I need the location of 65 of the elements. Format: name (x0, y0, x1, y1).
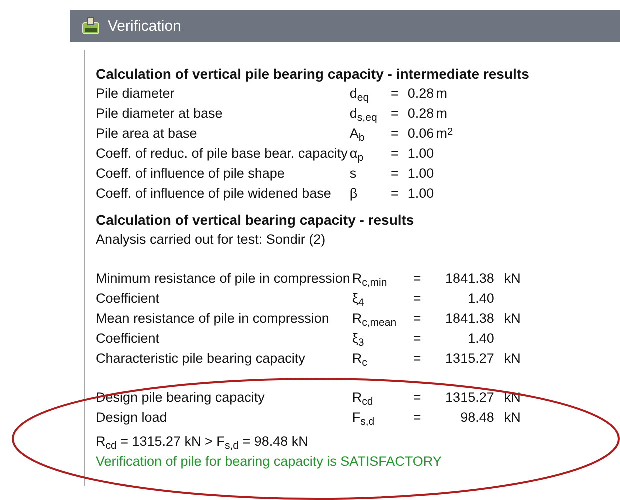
value: 1.40 (467, 330, 494, 348)
row-label: Design load (96, 409, 168, 427)
value: 1.00 (406, 185, 434, 203)
unit: m (436, 105, 448, 123)
value: 1841.38 (444, 310, 494, 328)
row-label: Coefficient (96, 290, 161, 308)
unit: kN (503, 409, 522, 427)
symbol: d$_{s,eq}$ (350, 105, 378, 124)
equals-sign: = (390, 165, 400, 183)
row-label: Pile diameter (96, 85, 176, 103)
equals-sign: = (390, 125, 400, 143)
value: 1.00 (406, 145, 434, 163)
symbol: R$_{c}$ (352, 350, 368, 369)
note: Analysis carried out for test: Sondir (2) (96, 231, 327, 249)
symbol: A$_{b}$ (350, 125, 366, 144)
row-label: Minimum resistance of pile in compression (96, 270, 350, 288)
unit: m$^{2}$ (436, 125, 454, 143)
symbol: d$_{eq}$ (350, 85, 370, 104)
value: 0.06 (406, 125, 434, 143)
equals-sign: = (390, 85, 400, 103)
row-label: Pile diameter at base (96, 105, 224, 123)
value: 98.48 (460, 409, 494, 427)
box-icon (82, 17, 100, 35)
value: 1841.38 (444, 270, 494, 288)
row-label: Coefficient (96, 330, 161, 348)
symbol: R$_{c,min}$ (352, 270, 388, 289)
unit: kN (503, 310, 522, 328)
symbol: β (350, 185, 359, 203)
value: 1.00 (406, 165, 434, 183)
equals-sign: = (390, 105, 400, 123)
value: 1.40 (467, 290, 494, 308)
equation: R$_{cd}$ = 1315.27 kN > F$_{s,d}$ = 98.48 kN (96, 433, 310, 452)
symbol: ξ$_{3}$ (352, 330, 366, 349)
unit: kN (503, 270, 522, 288)
equals-sign: = (412, 310, 422, 328)
symbol: s (350, 165, 358, 183)
symbol: R$_{c,mean}$ (352, 310, 398, 329)
verdict-text: Verification of pile for bearing capacity is SATISFACTORY (96, 453, 443, 471)
equals-sign: = (412, 270, 422, 288)
value: 0.28 (406, 105, 434, 123)
equals-sign: = (412, 409, 422, 427)
symbol: ξ$_{4}$ (352, 290, 366, 309)
symbol: α$_{p}$ (350, 145, 365, 164)
window-title: Verification (108, 18, 182, 34)
equals-sign: = (412, 389, 422, 407)
row-label: Coeff. of reduc. of pile base bear. capacity (96, 145, 348, 163)
row-label: Coeff. of influence of pile shape (96, 165, 286, 183)
equals-sign: = (412, 350, 422, 368)
row-label: Mean resistance of pile in compression (96, 310, 330, 328)
equals-sign: = (412, 290, 422, 308)
row-label: Characteristic pile bearing capacity (96, 350, 306, 368)
unit: m (436, 85, 448, 103)
equals-sign: = (412, 330, 422, 348)
section-heading: Calculation of vertical bearing capacity - results (96, 211, 416, 230)
unit: kN (503, 350, 522, 368)
value: 1315.27 (444, 350, 494, 368)
equals-sign: = (390, 185, 400, 203)
row-label: Coeff. of influence of pile widened base (96, 185, 332, 203)
equals-sign: = (390, 145, 400, 163)
symbol: F$_{s,d}$ (352, 409, 376, 428)
value: 0.28 (406, 85, 434, 103)
symbol: R$_{cd}$ (352, 389, 374, 408)
row-label: Pile area at base (96, 125, 198, 143)
value: 1315.27 (444, 389, 494, 407)
section-heading: Calculation of vertical pile bearing capacity - intermediate results (96, 65, 530, 84)
